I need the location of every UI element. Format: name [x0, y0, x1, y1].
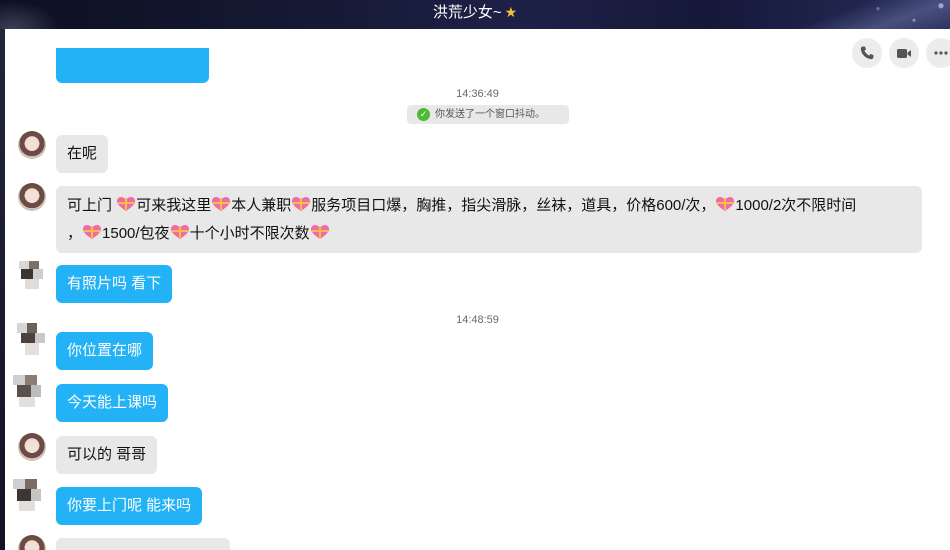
avatar[interactable] [18, 131, 46, 159]
message-text: 可来我这里 [136, 197, 212, 214]
phone-icon [860, 46, 874, 60]
message-bubble-outgoing: 你位置在哪 [56, 332, 154, 370]
avatar[interactable] [9, 477, 49, 513]
message-bubble-incoming: 可上门 可来我这里 本人兼职 服务项目口爆，胸推，指尖滑脉，丝袜，道具，价格600/… [56, 186, 922, 253]
avatar[interactable] [18, 433, 46, 461]
avatar[interactable] [18, 535, 46, 550]
voice-call-button[interactable] [852, 38, 882, 68]
more-icon [934, 51, 948, 55]
avatar[interactable] [18, 183, 46, 211]
avatar[interactable] [9, 375, 49, 411]
message-bubble-incoming: 可以的 哥哥 [56, 436, 158, 474]
message-bubble-outgoing: 有照片吗 看下 [56, 265, 173, 303]
message-timestamp: 14:48:59 [456, 314, 499, 326]
check-icon: ✓ [417, 108, 430, 121]
chat-title-text: 洪荒少女~ [432, 4, 502, 21]
message-text: 可上门 [67, 197, 113, 214]
message-bubble-incoming [56, 538, 230, 550]
star-icon: ★ [504, 4, 518, 20]
message-text: ， [67, 225, 83, 242]
message-bubble-outgoing: 你要上门呢 能来吗 [56, 487, 203, 525]
message-bubble-outgoing [56, 48, 209, 83]
avatar[interactable] [11, 323, 51, 359]
message-bubble-outgoing: 今天能上课吗 [56, 384, 169, 422]
heart-gift-icon [170, 222, 190, 239]
system-notice-text: 你发送了一个窗口抖动。 [435, 109, 545, 120]
title-bar: 洪荒少女~ ★ [0, 0, 950, 29]
message-bubble-incoming: 在呢 [56, 135, 109, 173]
more-button[interactable] [926, 38, 950, 68]
message-text: 本人兼职 [231, 197, 292, 214]
message-text: 服务项目口爆，胸推，指尖滑脉，丝袜，道具，价格600/次， [311, 197, 716, 214]
heart-gift-icon [116, 194, 136, 211]
chat-title: 洪荒少女~ ★ [0, 0, 950, 29]
video-icon [897, 49, 911, 58]
chat-message-area[interactable]: 14:36:49 ✓ 你发送了一个窗口抖动。 在呢 可上门 可来我这里 本人兼职 服… [5, 29, 950, 550]
system-notice: ✓ 你发送了一个窗口抖动。 [407, 105, 569, 124]
message-timestamp: 14:36:49 [456, 88, 499, 100]
avatar[interactable] [11, 261, 51, 297]
message-text: 1000/2次不限时间 [735, 197, 857, 214]
heart-gift-icon [211, 194, 231, 211]
message-text: 十个小时不限次数 [189, 225, 310, 242]
heart-gift-icon [82, 222, 102, 239]
heart-gift-icon [291, 194, 311, 211]
heart-gift-icon [715, 194, 735, 211]
video-call-button[interactable] [889, 38, 919, 68]
heart-gift-icon [310, 222, 330, 239]
message-text: 1500/包夜 [102, 225, 170, 242]
